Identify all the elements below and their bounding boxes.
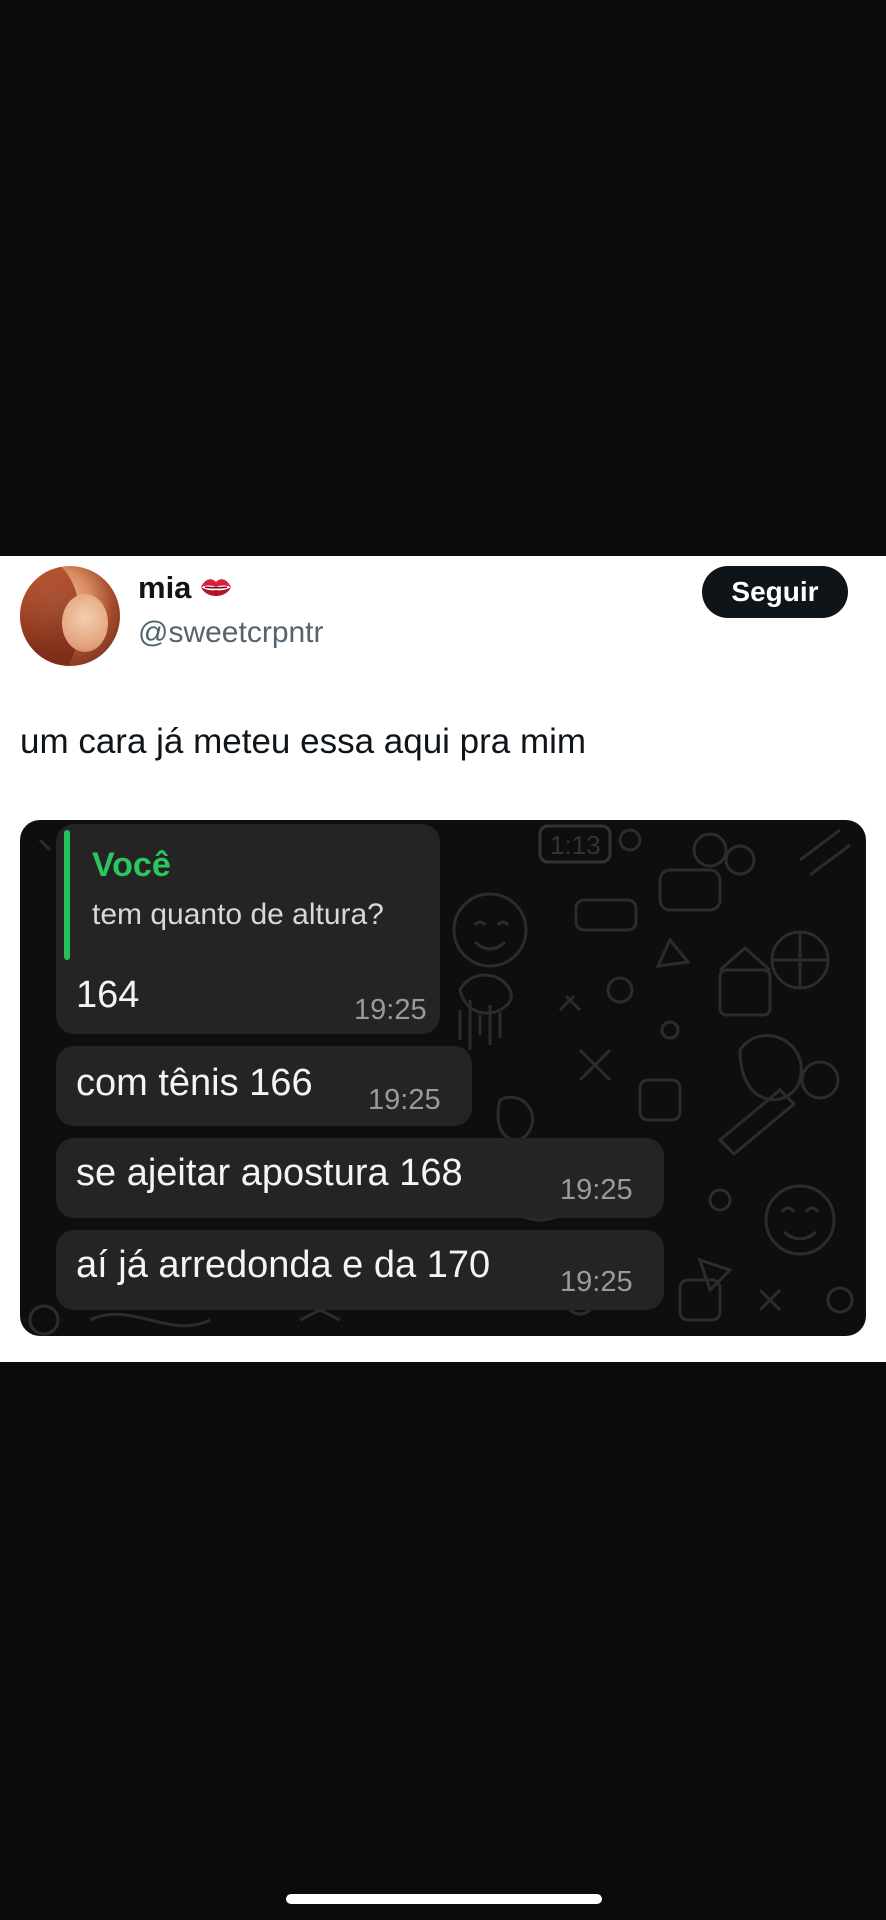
message-bubble-postura[interactable]: se ajeitar apostura 168 19:25 — [56, 1138, 664, 1218]
message-time: 19:25 — [560, 1266, 633, 1298]
message-text: com tênis 166 — [76, 1062, 313, 1104]
message-bubble-164[interactable]: Você tem quanto de altura? 164 19:25 — [56, 824, 440, 1034]
screen: mia @sweetcrpntr Seguir um cara já meteu… — [0, 0, 886, 1920]
message-bubble-arredonda[interactable]: aí já arredonda e da 170 19:25 — [56, 1230, 664, 1310]
follow-button[interactable]: Seguir — [702, 566, 848, 618]
message-time: 19:25 — [368, 1084, 441, 1116]
quoted-author: Você — [92, 846, 171, 884]
home-indicator[interactable] — [286, 1894, 602, 1904]
avatar[interactable] — [20, 566, 120, 666]
message-time: 19:25 — [560, 1174, 633, 1206]
quote-accent-bar — [64, 830, 70, 960]
message-text: se ajeitar apostura 168 — [76, 1152, 463, 1194]
wallpaper-clock-text: 1:13 — [550, 830, 601, 860]
user-handle[interactable]: @sweetcrpntr — [138, 616, 324, 650]
author-row: mia — [138, 570, 233, 606]
quoted-message: tem quanto de altura? — [92, 898, 384, 931]
tweet-card: mia @sweetcrpntr Seguir um cara já meteu… — [0, 556, 886, 1362]
avatar-face — [62, 594, 108, 652]
tweet-text: um cara já meteu essa aqui pra mim — [20, 722, 587, 761]
message-bubble-com-tenis[interactable]: com tênis 166 19:25 — [56, 1046, 472, 1126]
chat-screenshot-image[interactable]: 1:13 Você tem quanto de altura? 164 19:2… — [20, 820, 866, 1336]
message-time: 19:25 — [354, 994, 427, 1026]
message-text: aí já arredonda e da 170 — [76, 1244, 491, 1286]
kiss-mark-icon — [201, 579, 232, 596]
display-name[interactable]: mia — [138, 570, 191, 606]
message-text: 164 — [76, 974, 140, 1016]
